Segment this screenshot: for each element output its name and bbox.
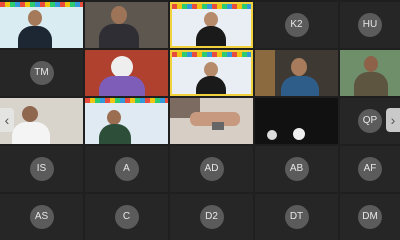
participant-tile[interactable]: DM bbox=[340, 194, 400, 240]
video-feed bbox=[255, 98, 338, 144]
avatar-initials: TM bbox=[29, 61, 54, 85]
chevron-right-icon[interactable]: › bbox=[386, 108, 400, 132]
video-tile[interactable] bbox=[255, 50, 338, 96]
video-tile[interactable] bbox=[85, 98, 168, 144]
participant-tile[interactable]: AS bbox=[0, 194, 83, 240]
participant-tile[interactable]: A bbox=[85, 146, 168, 192]
participant-grid: K2 HU TM QP IS A AD AB AF AS C D2 DT DM bbox=[0, 0, 400, 240]
video-tile[interactable] bbox=[0, 2, 83, 48]
avatar-initials: K2 bbox=[284, 13, 309, 37]
participant-tile[interactable]: AD bbox=[170, 146, 253, 192]
avatar-initials: DT bbox=[284, 205, 309, 229]
participant-tile[interactable]: AB bbox=[255, 146, 338, 192]
avatar-initials: AD bbox=[199, 157, 224, 181]
video-feed bbox=[172, 52, 251, 94]
avatar-initials: D2 bbox=[199, 205, 224, 229]
avatar-initials: DM bbox=[358, 205, 382, 229]
video-feed bbox=[172, 4, 251, 46]
avatar-initials: HU bbox=[358, 13, 382, 37]
participant-tile[interactable]: DT bbox=[255, 194, 338, 240]
video-tile-active-speaker[interactable] bbox=[170, 2, 253, 48]
participant-tile[interactable]: K2 bbox=[255, 2, 338, 48]
video-feed bbox=[255, 50, 338, 96]
video-feed bbox=[0, 2, 83, 48]
video-tile[interactable] bbox=[85, 2, 168, 48]
participant-tile[interactable]: D2 bbox=[170, 194, 253, 240]
participant-tile[interactable]: TM bbox=[0, 50, 83, 96]
participant-tile[interactable]: C bbox=[85, 194, 168, 240]
participant-tile[interactable]: HU bbox=[340, 2, 400, 48]
avatar-initials: A bbox=[114, 157, 139, 181]
video-feed bbox=[340, 50, 400, 96]
video-tile[interactable] bbox=[85, 50, 168, 96]
video-feed bbox=[85, 98, 168, 144]
avatar-initials: AB bbox=[284, 157, 309, 181]
avatar-initials: C bbox=[114, 205, 139, 229]
avatar-initials: QP bbox=[358, 109, 382, 133]
chevron-left-icon[interactable]: ‹ bbox=[0, 108, 14, 132]
avatar-initials: AF bbox=[358, 157, 382, 181]
video-tile[interactable] bbox=[170, 50, 253, 96]
video-feed bbox=[85, 2, 168, 48]
participant-tile[interactable]: AF bbox=[340, 146, 400, 192]
participant-tile[interactable]: IS bbox=[0, 146, 83, 192]
video-feed bbox=[170, 98, 253, 144]
video-tile[interactable] bbox=[170, 98, 253, 144]
video-feed bbox=[85, 50, 168, 96]
video-tile[interactable] bbox=[340, 50, 400, 96]
avatar-initials: AS bbox=[29, 205, 54, 229]
avatar-initials: IS bbox=[29, 157, 54, 181]
video-tile[interactable] bbox=[255, 98, 338, 144]
